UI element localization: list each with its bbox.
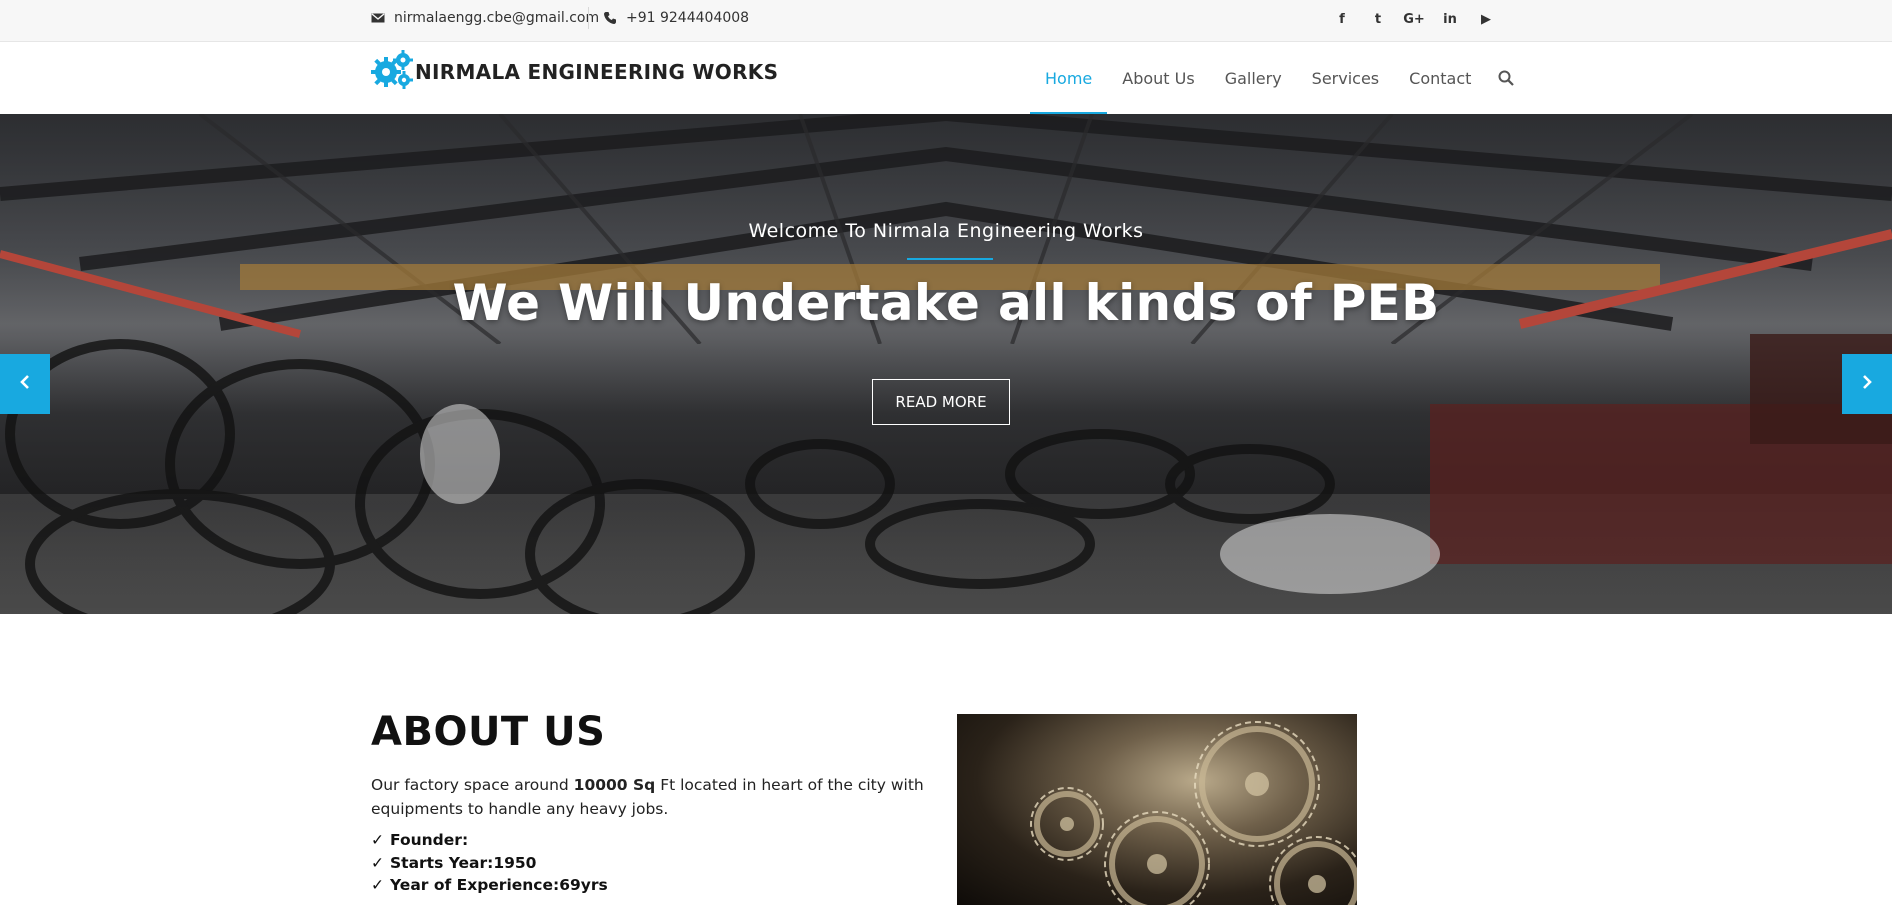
check-icon: ✓ xyxy=(371,876,384,894)
email-contact[interactable]: nirmalaengg.cbe@gmail.com xyxy=(371,0,599,36)
main-nav: Home About Us Gallery Services Contact xyxy=(1030,42,1526,114)
email-text[interactable]: nirmalaengg.cbe@gmail.com xyxy=(394,10,599,26)
envelope-icon xyxy=(371,11,385,25)
read-more-button[interactable]: READ MORE xyxy=(872,379,1010,425)
fact-label: Year of Experience xyxy=(390,876,553,894)
twitter-icon[interactable]: t xyxy=(1360,9,1396,29)
about-text-before: Our factory space around xyxy=(371,776,574,794)
slider-prev-button[interactable] xyxy=(0,354,50,414)
chevron-right-icon xyxy=(1860,374,1874,394)
hero-background-coils xyxy=(5,334,1892,614)
gears-icon xyxy=(371,50,413,94)
phone-text[interactable]: +91 9244404008 xyxy=(626,10,749,26)
nav-gallery[interactable]: Gallery xyxy=(1210,42,1297,114)
linkedin-icon[interactable]: in xyxy=(1432,9,1468,29)
check-icon: ✓ xyxy=(371,831,384,849)
hero-subtitle: Welcome To Nirmala Engineering Works xyxy=(748,220,1144,242)
fact-value: 1950 xyxy=(493,853,537,872)
chevron-left-icon xyxy=(18,374,32,394)
nav-contact[interactable]: Contact xyxy=(1394,42,1486,114)
nav-home[interactable]: Home xyxy=(1030,42,1108,114)
brand-name: NIRMALA ENGINEERING WORKS xyxy=(415,60,779,84)
nav-about-us[interactable]: About Us xyxy=(1107,42,1209,114)
facebook-icon[interactable]: f xyxy=(1324,9,1360,29)
hero-title: We Will Undertake all kinds of PEB xyxy=(452,274,1440,332)
fact-founder: ✓ Founder: xyxy=(371,831,469,849)
about-text-bold: 10000 Sq xyxy=(573,776,656,794)
social-links: f t G+ in ▶ xyxy=(1324,9,1504,29)
fact-start-year: ✓ Starts Year:1950 xyxy=(371,853,537,872)
fact-label: Starts Year xyxy=(390,853,488,872)
fact-value: 69yrs xyxy=(559,876,608,894)
nav-services[interactable]: Services xyxy=(1297,42,1394,114)
site-logo[interactable]: NIRMALA ENGINEERING WORKS xyxy=(371,50,779,94)
about-description: Our factory space around 10000 Sq Ft loc… xyxy=(371,773,931,821)
about-facts: ✓ Founder: ✓ Starts Year:1950 ✓ Year of Exp… xyxy=(371,829,608,897)
phone-contact[interactable]: +91 9244404008 xyxy=(603,0,749,36)
hero-accent-line xyxy=(907,258,993,260)
contact-divider xyxy=(588,7,589,29)
about-title: ABOUT US xyxy=(371,709,606,755)
fact-label: Founder xyxy=(390,831,462,849)
slider-next-button[interactable] xyxy=(1842,354,1892,414)
top-bar: nirmalaengg.cbe@gmail.com +91 9244404008… xyxy=(0,0,1892,42)
phone-icon xyxy=(603,11,617,25)
search-icon[interactable] xyxy=(1486,42,1526,114)
main-header: NIRMALA ENGINEERING WORKS Home About Us … xyxy=(0,42,1892,114)
hero-slider: Welcome To Nirmala Engineering Works We … xyxy=(0,114,1892,614)
about-gears-image xyxy=(957,714,1357,905)
check-icon: ✓ xyxy=(371,853,384,872)
google-plus-icon[interactable]: G+ xyxy=(1396,9,1432,29)
fact-experience: ✓ Year of Experience:69yrs xyxy=(371,876,608,894)
youtube-icon[interactable]: ▶ xyxy=(1468,9,1504,29)
